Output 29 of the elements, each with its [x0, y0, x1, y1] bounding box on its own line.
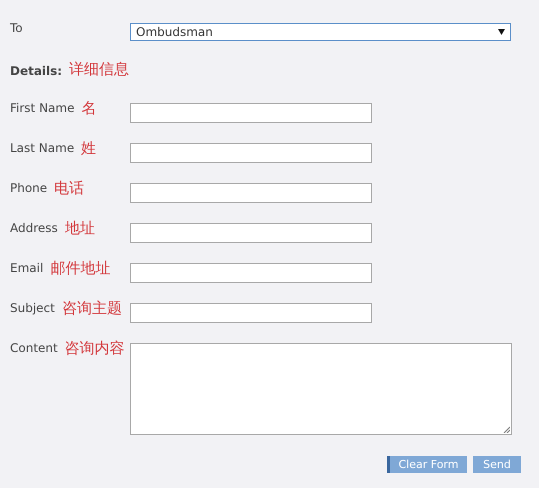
- field-note: 姓: [81, 139, 96, 157]
- field-note: 咨询主题: [62, 299, 122, 317]
- input-field[interactable]: [130, 223, 372, 243]
- input-field[interactable]: [130, 263, 372, 283]
- field-label: Address: [10, 221, 58, 235]
- field-label: Subject: [10, 301, 55, 315]
- input-field[interactable]: [130, 143, 372, 163]
- field-note: 地址: [64, 219, 95, 237]
- field-label: To: [10, 21, 23, 35]
- input-field[interactable]: [130, 103, 372, 123]
- field-label: Content: [10, 341, 58, 355]
- caret-icon: [498, 29, 505, 35]
- field-note: 咨询内容: [64, 339, 125, 357]
- field-label: Email: [10, 261, 44, 275]
- recipient-dropdown[interactable]: Ombudsman: [130, 23, 511, 41]
- field-label: First Name: [10, 101, 74, 115]
- send-button[interactable]: Send: [473, 456, 521, 473]
- clear-form-button[interactable]: Clear Form: [387, 456, 467, 473]
- field-note: 详细信息: [69, 60, 130, 78]
- resize-grip-icon[interactable]: [503, 426, 510, 433]
- field-label: Last Name: [10, 141, 74, 155]
- field-label: Phone: [10, 181, 48, 195]
- field-note: 名: [81, 99, 96, 117]
- input-field[interactable]: [130, 303, 372, 323]
- field-note: 邮件地址: [50, 259, 110, 277]
- field-note: 电话: [54, 179, 84, 197]
- section-heading: Details:: [10, 64, 62, 78]
- content-textarea[interactable]: [130, 343, 512, 435]
- input-field[interactable]: [130, 183, 372, 203]
